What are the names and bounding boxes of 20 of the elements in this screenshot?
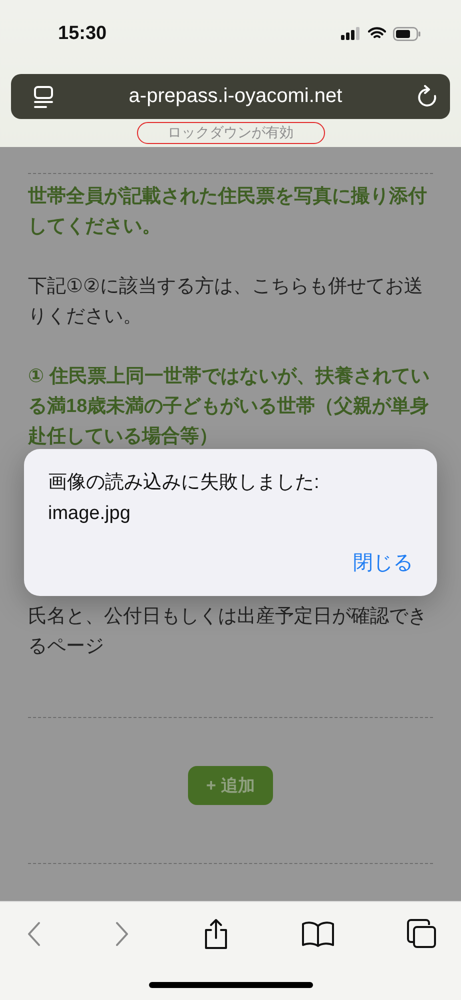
share-icon[interactable] [202, 918, 228, 950]
wifi-icon [368, 27, 386, 40]
page-menu-icon[interactable] [33, 84, 55, 108]
paragraph: ① 住民票上同一世帯ではないが、扶養されている満18歳未満の子どもがいる世帯（父親が単身赴任している場合等） [28, 364, 430, 449]
paragraph: 氏名と、公付日もしくは出産予定日が確認できるページ [28, 605, 428, 659]
lockdown-label: ロックダウンが有効 [136, 122, 324, 144]
address-bar[interactable]: a-prepass.i-oyacomi.net [11, 74, 450, 119]
reload-icon[interactable] [416, 84, 438, 108]
book-icon[interactable] [300, 920, 335, 948]
paragraph: 世帯全員が記載された住民票を写真に撮り添付してください。 [28, 184, 428, 239]
forward-icon[interactable] [114, 921, 130, 947]
add-button[interactable]: + 追加 [188, 766, 273, 805]
battery-icon [393, 26, 421, 40]
close-button[interactable]: 閉じる [353, 549, 413, 576]
alert-message: 画像の読み込みに失敗しました: image.jpg [48, 471, 320, 526]
back-icon[interactable] [26, 921, 42, 947]
status-time: 15:30 [58, 22, 107, 44]
paragraph: 下記①②に該当する方は、こちらも併せてお送りください。 [28, 274, 424, 329]
tabs-icon[interactable] [407, 919, 437, 949]
signal-icon [341, 27, 361, 40]
